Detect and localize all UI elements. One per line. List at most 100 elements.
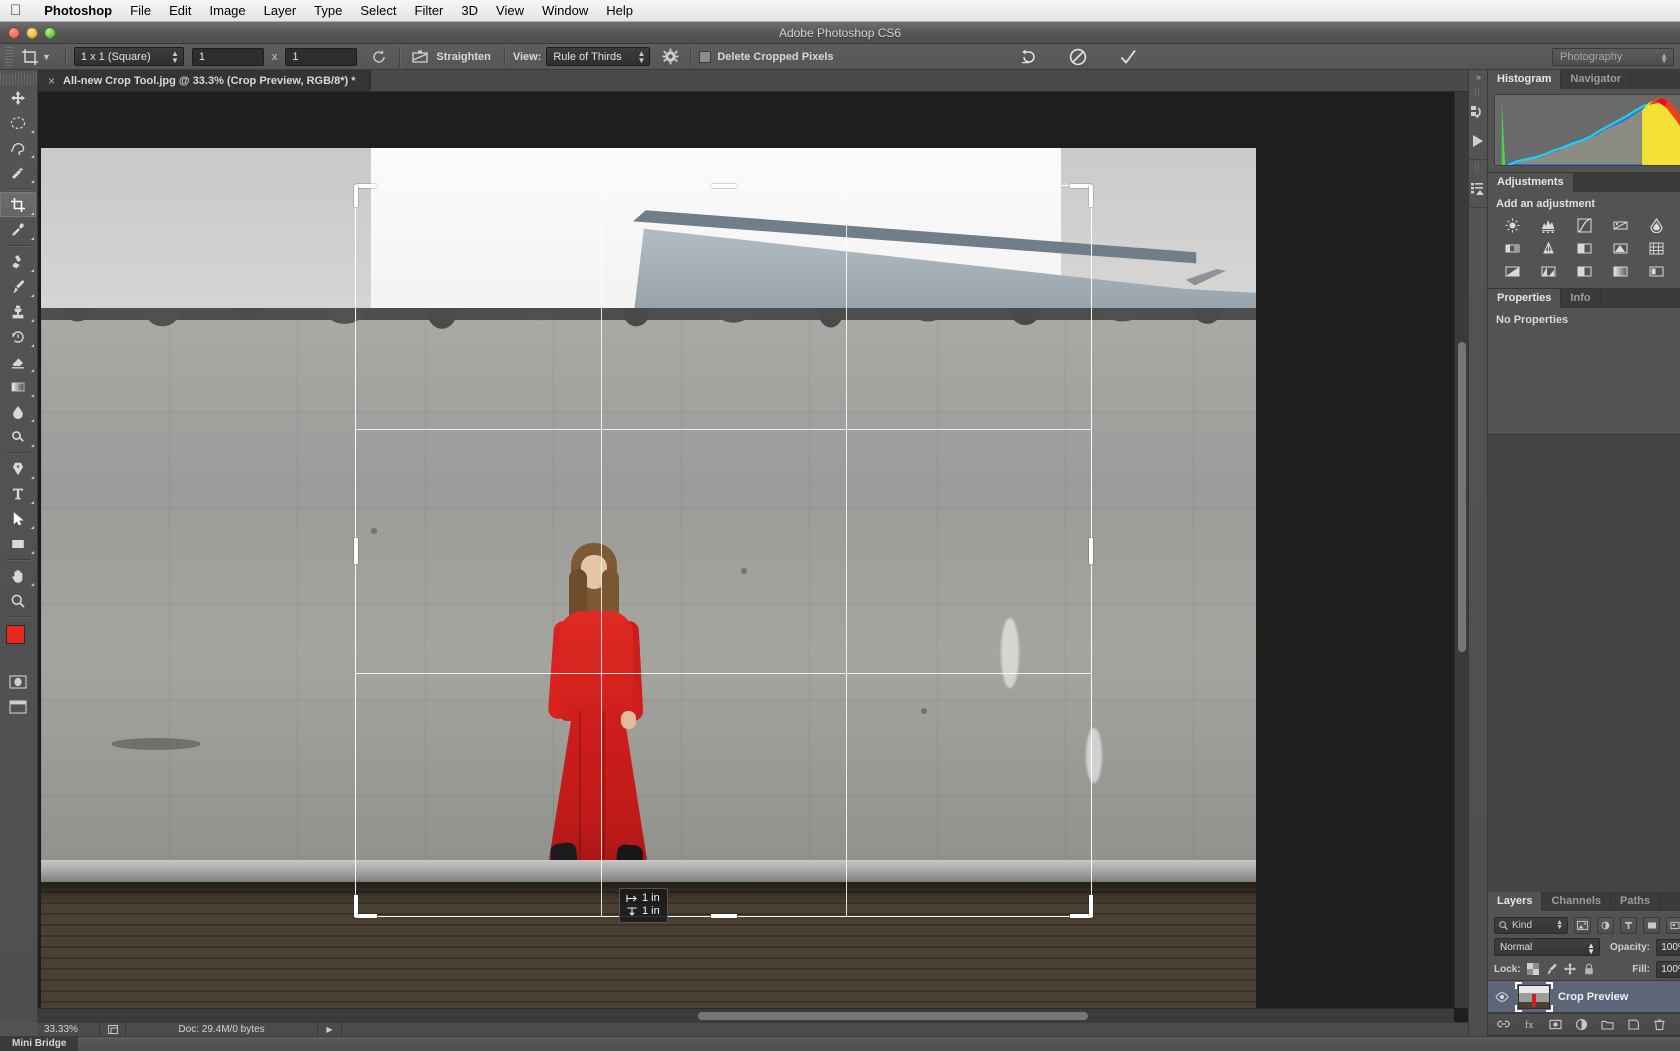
checkmark-icon[interactable] (1116, 46, 1140, 68)
tab-histogram[interactable]: Histogram (1488, 70, 1561, 89)
gradient-tool[interactable] (0, 374, 36, 399)
shape-filter-icon[interactable] (1643, 917, 1660, 934)
collapse-panels-button[interactable]: » (1469, 70, 1487, 84)
reset-icon[interactable] (1016, 46, 1040, 68)
layer-mask-icon[interactable] (1549, 1018, 1562, 1031)
layer-thumbnail[interactable] (1518, 985, 1550, 1009)
crop-tool[interactable] (0, 192, 36, 217)
black-white-icon[interactable] (1532, 240, 1564, 257)
clone-stamp-tool[interactable] (0, 299, 36, 324)
tab-paths[interactable]: Paths (1611, 892, 1660, 911)
zoom-level-field[interactable]: 33.33% (38, 1023, 100, 1037)
brightness-contrast-icon[interactable] (1496, 217, 1528, 234)
rail-grip[interactable] (1475, 163, 1481, 172)
lasso-tool[interactable] (0, 135, 36, 160)
workspace-switcher[interactable]: Photography ▲▼ (1552, 48, 1674, 66)
hand-tool[interactable] (0, 563, 36, 588)
rectangle-tool[interactable] (0, 531, 36, 556)
menu-item-type[interactable]: Type (305, 0, 351, 22)
crop-tool-preset-chevron-icon[interactable]: ▼ (42, 52, 51, 62)
foreground-color-swatch[interactable] (6, 625, 25, 644)
document-canvas[interactable]: 1 in 1 in (41, 148, 1256, 1014)
spot-healing-brush-tool[interactable] (0, 249, 36, 274)
gear-icon[interactable] (658, 46, 682, 68)
crop-overlay-view-select[interactable]: Rule of Thirds ▲▼ (546, 47, 650, 66)
delete-cropped-pixels-label[interactable]: Delete Cropped Pixels (717, 51, 833, 63)
eye-icon[interactable] (1494, 992, 1510, 1002)
brush-tool[interactable] (0, 274, 36, 299)
new-layer-icon[interactable] (1627, 1018, 1640, 1031)
crop-width-input[interactable]: 1 (192, 48, 264, 66)
document-tab[interactable]: × All-new Crop Tool.jpg @ 33.3% (Crop Pr… (38, 70, 371, 91)
canvas-horizontal-scrollbar[interactable] (38, 1008, 1454, 1022)
crop-height-input[interactable]: 1 (285, 48, 357, 66)
tab-info[interactable]: Info (1561, 289, 1600, 308)
gradient-map-icon[interactable] (1605, 263, 1637, 280)
zoom-tool[interactable] (0, 588, 36, 613)
dodge-tool[interactable] (0, 424, 36, 449)
crop-ratio-select[interactable]: 1 x 1 (Square) ▲▼ (74, 47, 184, 66)
screen-mode-icon[interactable] (0, 694, 36, 719)
cancel-icon[interactable] (1066, 46, 1090, 68)
scrollbar-thumb[interactable] (1458, 342, 1466, 652)
new-group-icon[interactable] (1601, 1018, 1614, 1031)
layer-row-crop-preview[interactable]: Crop Preview (1488, 981, 1680, 1013)
menu-item-select[interactable]: Select (351, 0, 405, 22)
layer-style-icon[interactable]: fx (1523, 1018, 1536, 1031)
lock-image-pixels-icon[interactable] (1545, 963, 1558, 975)
menu-item-view[interactable]: View (487, 0, 533, 22)
crop-tool-icon[interactable] (19, 46, 41, 68)
layer-list[interactable]: Crop Preview (1488, 980, 1680, 1013)
eraser-tool[interactable] (0, 349, 36, 374)
color-lookup-icon[interactable] (1641, 240, 1673, 257)
toolbox-grip[interactable] (0, 73, 37, 85)
lock-transparent-pixels-icon[interactable] (1527, 963, 1539, 975)
menu-item-file[interactable]: File (121, 0, 160, 22)
rail-grip[interactable] (1475, 87, 1481, 96)
menu-item-layer[interactable]: Layer (255, 0, 306, 22)
layer-filter-kind-select[interactable]: Kind ▲▼ (1494, 917, 1568, 934)
menu-item-help[interactable]: Help (597, 0, 642, 22)
pen-tool[interactable] (0, 456, 36, 481)
vibrance-icon[interactable] (1641, 217, 1673, 234)
delete-cropped-pixels-checkbox[interactable] (699, 51, 711, 63)
move-tool[interactable] (0, 85, 36, 110)
scrollbar-thumb[interactable] (698, 1012, 1088, 1020)
tab-layers[interactable]: Layers (1488, 892, 1542, 911)
layer-comps-panel-icon[interactable] (1469, 175, 1487, 203)
tab-channels[interactable]: Channels (1542, 892, 1611, 911)
posterize-icon[interactable] (1532, 263, 1564, 280)
tab-adjustments[interactable]: Adjustments (1488, 173, 1574, 192)
invert-icon[interactable] (1496, 263, 1528, 280)
delete-layer-icon[interactable] (1653, 1018, 1666, 1031)
menu-item-window[interactable]: Window (533, 0, 597, 22)
tab-properties[interactable]: Properties (1488, 289, 1561, 308)
menu-item-3d[interactable]: 3D (452, 0, 487, 22)
blur-tool[interactable] (0, 399, 36, 424)
photo-filter-icon[interactable] (1568, 240, 1600, 257)
adjustment-filter-icon[interactable] (1597, 917, 1614, 934)
menu-item-photoshop[interactable]: Photoshop (35, 0, 121, 22)
menu-item-edit[interactable]: Edit (160, 0, 200, 22)
blend-mode-select[interactable]: Normal ▲▼ (1494, 938, 1600, 956)
straighten-icon[interactable] (408, 46, 432, 68)
lock-all-icon[interactable] (1584, 963, 1594, 975)
history-panel-icon[interactable] (1469, 99, 1487, 127)
new-fill-adjustment-icon[interactable] (1575, 1018, 1588, 1031)
menu-item-image[interactable]: Image (201, 0, 255, 22)
options-bar-grip[interactable] (5, 47, 13, 67)
threshold-icon[interactable] (1568, 263, 1600, 280)
tab-navigator[interactable]: Navigator (1561, 70, 1631, 89)
pixel-filter-icon[interactable] (1574, 917, 1591, 934)
swap-rotate-icon[interactable] (367, 46, 391, 68)
canvas-area[interactable]: 1 in 1 in (38, 92, 1468, 1022)
canvas-vertical-scrollbar[interactable] (1454, 92, 1468, 1008)
quick-mask-icon[interactable] (0, 669, 36, 694)
levels-icon[interactable] (1532, 217, 1564, 234)
horizontal-type-tool[interactable] (0, 481, 36, 506)
smart-object-filter-icon[interactable] (1666, 917, 1680, 934)
fill-value[interactable]: 100% (1656, 961, 1680, 978)
channel-mixer-icon[interactable] (1605, 240, 1637, 257)
menu-item-filter[interactable]: Filter (406, 0, 453, 22)
history-brush-tool[interactable] (0, 324, 36, 349)
